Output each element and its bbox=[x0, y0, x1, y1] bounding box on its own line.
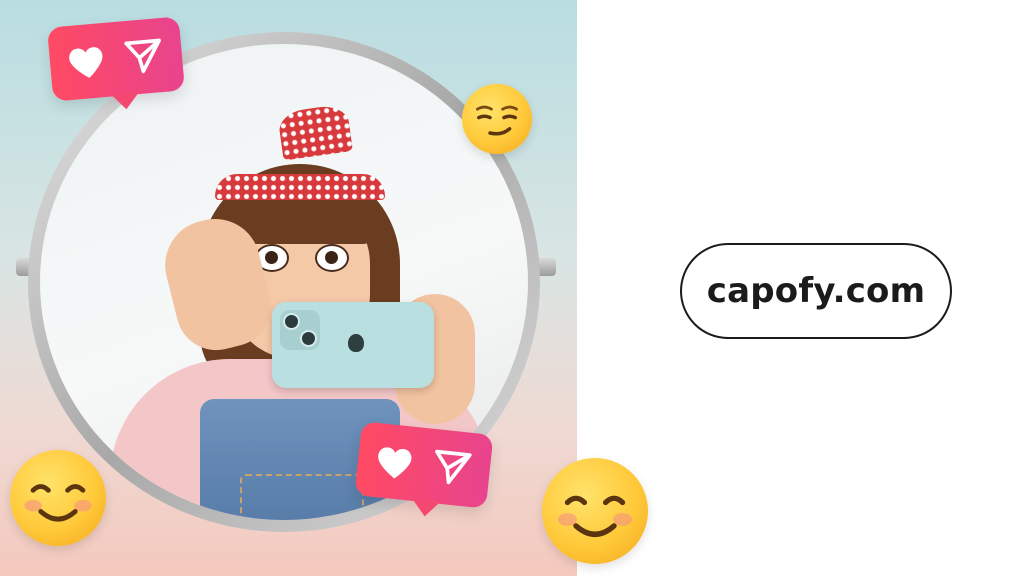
hero-illustration bbox=[0, 0, 577, 576]
send-icon bbox=[435, 449, 472, 485]
reaction-bubble bbox=[354, 421, 494, 509]
smirking-face-emoji bbox=[462, 84, 532, 154]
slide: capofy.com bbox=[0, 0, 1024, 576]
domain-text: capofy.com bbox=[706, 271, 926, 311]
headband-bow bbox=[277, 103, 353, 161]
camera-module-icon bbox=[280, 310, 320, 350]
headband bbox=[215, 174, 385, 200]
overalls-pocket bbox=[240, 474, 364, 520]
reaction-bubble bbox=[47, 16, 185, 102]
smiling-face-emoji bbox=[10, 450, 106, 546]
eye-right bbox=[315, 244, 349, 272]
smartphone bbox=[272, 302, 434, 388]
send-icon bbox=[124, 38, 161, 74]
heart-icon bbox=[69, 47, 103, 78]
apple-logo-icon bbox=[348, 334, 364, 352]
domain-badge: capofy.com bbox=[680, 243, 952, 339]
heart-icon bbox=[378, 447, 412, 479]
smiling-face-emoji bbox=[542, 458, 648, 564]
